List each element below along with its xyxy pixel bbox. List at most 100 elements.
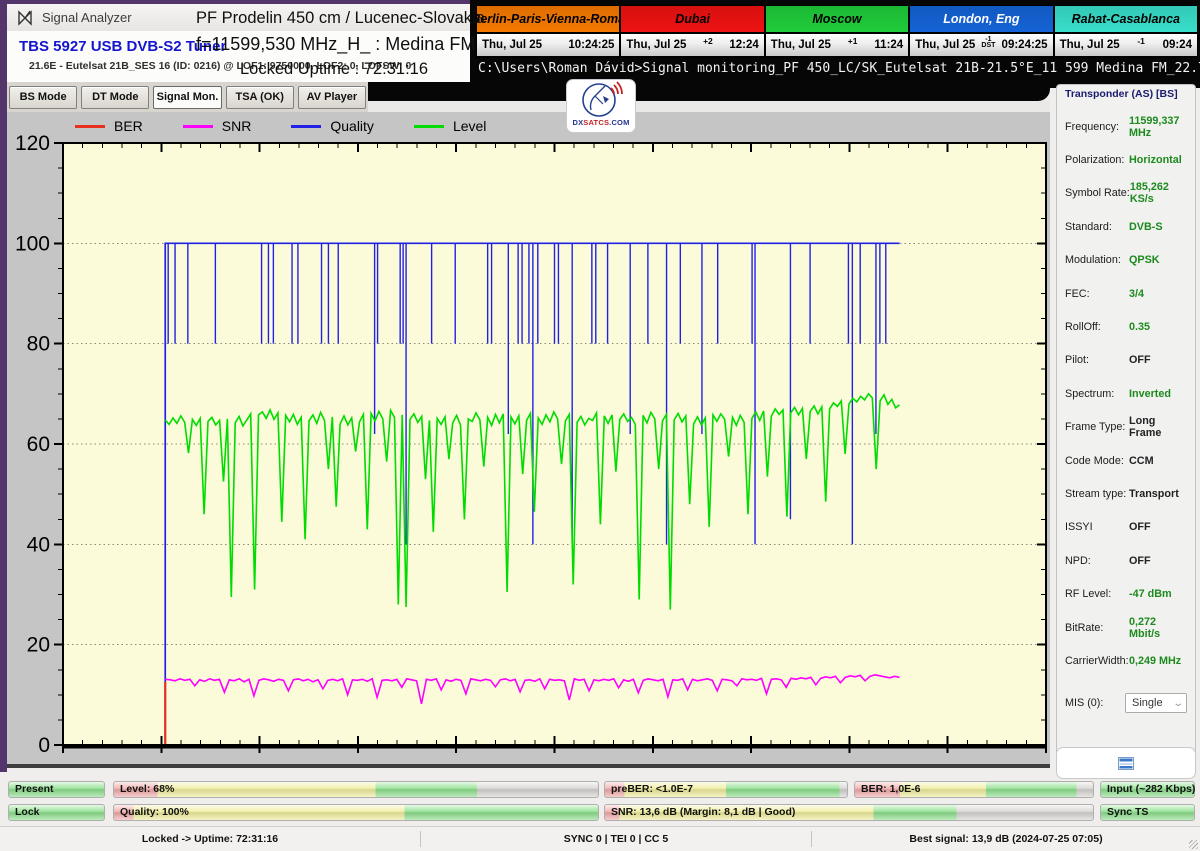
svg-text:120: 120 xyxy=(15,132,50,155)
sidebar-row-modulation-: Modulation: QPSK xyxy=(1057,244,1195,277)
tab-bs-mode[interactable]: BS Mode xyxy=(9,86,78,109)
frequency-label: f=11599,530 MHz_H_ : Medina FM xyxy=(196,34,476,54)
sidebar-row-npd-: NPD: OFF xyxy=(1057,544,1195,577)
bar-preber-1-0e-7: preBER: <1.0E-7 xyxy=(604,781,848,798)
console-command: C:\Users\Roman Dávid>Signal monitoring_P… xyxy=(478,61,1200,76)
bar-input-282-kbps: Input (~282 Kbps) xyxy=(1100,781,1195,798)
clock-time-4: Thu, Jul 25 -1 DST 09:24:25 xyxy=(910,34,1053,56)
bar-ber-1-0e-6: BER: 1,0E-6 xyxy=(854,781,1094,798)
sidebar-row-frequency-: Frequency: 11599,337 MHz xyxy=(1057,110,1195,143)
param-value: 0.35 xyxy=(1129,321,1151,334)
legend-item-quality: Quality xyxy=(291,118,374,134)
param-value: Inverted xyxy=(1129,387,1172,400)
sidebar-title: Transponder (AS) [BS] xyxy=(1065,88,1178,100)
param-label: Code Mode: xyxy=(1065,454,1124,467)
clock-time-1: Thu, Jul 25 10:24:25 xyxy=(477,34,620,56)
status-uptime: Locked -> Uptime: 72:31:16 xyxy=(141,833,279,845)
sidebar-row-bitrate-: BitRate: 0,272 Mbit/s xyxy=(1057,611,1195,644)
param-label: Pilot: xyxy=(1065,354,1090,367)
stream-list-button[interactable] xyxy=(1056,747,1196,779)
transponder-sidebar: Transponder (AS) [BS] Frequency: 11599,33… xyxy=(1056,84,1196,757)
tab-tsa-ok-[interactable]: TSA (OK) xyxy=(225,86,294,109)
sidebar-row-spectrum-: Spectrum: Inverted xyxy=(1057,377,1195,410)
legend-item-snr: SNR xyxy=(182,118,252,134)
param-value: OFF xyxy=(1129,554,1151,567)
bar-lock: Lock xyxy=(8,804,105,821)
mis-value: Single xyxy=(1132,697,1163,710)
legend-label: Quality xyxy=(330,118,374,134)
clock-city-2: Dubai xyxy=(621,6,764,32)
param-label: RF Level: xyxy=(1065,588,1112,601)
bar-quality-100: Quality: 100% xyxy=(113,804,599,821)
mis-row: MIS (0): Single ⌄ xyxy=(1057,687,1195,720)
mis-label: MIS (0): xyxy=(1065,697,1104,710)
resize-grip[interactable] xyxy=(1189,840,1198,849)
legend-label: BER xyxy=(114,118,143,134)
param-value: 0,249 MHz xyxy=(1129,654,1182,667)
param-value: CCM xyxy=(1129,454,1154,467)
sidebar-row-rolloff-: RollOff: 0.35 xyxy=(1057,310,1195,343)
svg-text:60: 60 xyxy=(27,433,50,456)
clock-time-2: Thu, Jul 25 +2 12:24 xyxy=(621,34,764,56)
param-value: OFF xyxy=(1129,354,1151,367)
svg-text:0: 0 xyxy=(38,734,50,757)
satellite-dish-icon xyxy=(582,81,623,117)
sidebar-row-frame-type-: Frame Type: Long Frame xyxy=(1057,411,1195,444)
param-label: RollOff: xyxy=(1065,321,1101,334)
param-value: DVB-S xyxy=(1129,220,1163,233)
world-clocks: Berlin-Paris-Vienna-Roma Dubai Moscow Londo… xyxy=(476,5,1198,58)
bottom-status-bar: Locked -> Uptime: 72:31:16 SYNC 0 | TEI … xyxy=(0,826,1200,851)
bar-snr-13-6-db-margin-8-1-db-good: SNR: 13,6 dB (Margin: 8,1 dB | Good) xyxy=(604,804,1094,821)
tab-av-player[interactable]: AV Player xyxy=(297,86,367,109)
param-value: QPSK xyxy=(1129,254,1160,267)
legend-label: SNR xyxy=(221,118,252,134)
sidebar-row-symbol-rate-: Symbol Rate: 185,262 KS/s xyxy=(1057,177,1195,210)
clock-city-1: Berlin-Paris-Vienna-Roma xyxy=(477,6,620,32)
bar-sync-ts: Sync TS xyxy=(1100,804,1195,821)
panel-spacer xyxy=(368,101,1050,112)
uptime-label: Locked Uptime : 72:31:16 xyxy=(239,60,429,78)
svg-text:40: 40 xyxy=(27,533,50,556)
param-value: 3/4 xyxy=(1129,287,1145,300)
param-value: 0,272 Mbit/s xyxy=(1129,615,1161,640)
legend-label: Level xyxy=(452,118,487,134)
param-label: Standard: xyxy=(1065,220,1112,233)
param-value: OFF xyxy=(1129,521,1151,534)
clock-time-3: Thu, Jul 25 +1 11:24 xyxy=(765,34,909,56)
sidebar-row-polarization-: Polarization: Horizontal xyxy=(1057,143,1195,176)
sidebar-row-stream-type-: Stream type: Transport xyxy=(1057,477,1195,510)
legend-line xyxy=(75,124,105,128)
param-label: ISSYI xyxy=(1065,521,1093,534)
param-label: Stream type: xyxy=(1065,487,1127,500)
param-label: Frequency: xyxy=(1065,120,1120,133)
dxsatcs-logo: DXSATCS.COM xyxy=(566,79,636,133)
param-value: Long Frame xyxy=(1129,415,1162,440)
legend-line xyxy=(413,124,444,128)
site-label: PF Prodelin 450 cm / Lucenec-Slovakia xyxy=(196,9,485,27)
signal-analyzer-icon xyxy=(17,9,33,26)
legend-item-ber: BER xyxy=(75,118,143,134)
param-label: FEC: xyxy=(1065,287,1090,300)
legend-line xyxy=(291,124,322,128)
svg-text:80: 80 xyxy=(27,333,50,356)
legend-line xyxy=(182,124,213,128)
sidebar-row-code-mode-: Code Mode: CCM xyxy=(1057,444,1195,477)
mis-dropdown[interactable]: Single ⌄ xyxy=(1125,693,1187,714)
chevron-down-icon: ⌄ xyxy=(1171,697,1184,709)
param-value: 185,262 KS/s xyxy=(1129,181,1169,206)
status-sync: SYNC 0 | TEI 0 | CC 5 xyxy=(420,831,812,847)
param-value: 11599,337 MHz xyxy=(1129,114,1180,139)
session-header: PF Prodelin 450 cm / Lucenec-Slovakia f=… xyxy=(196,6,485,82)
tab-bar: BS Mode DT Mode Signal Mon. TSA (OK) AV Play… xyxy=(7,82,368,112)
legend-item-level: Level xyxy=(413,118,487,134)
sidebar-row-rf-level-: RF Level: -47 dBm xyxy=(1057,577,1195,610)
stream-list-icon xyxy=(1118,756,1134,770)
param-label: NPD: xyxy=(1065,554,1091,567)
tab-signal-mon-[interactable]: Signal Mon. xyxy=(153,86,222,109)
tab-dt-mode[interactable]: DT Mode xyxy=(81,86,150,109)
param-label: CarrierWidth: xyxy=(1065,654,1129,667)
param-value: Transport xyxy=(1129,487,1179,500)
bar-level-68: Level: 68% xyxy=(113,781,599,798)
clock-city-4: London, Eng xyxy=(910,6,1053,32)
param-value: Horizontal xyxy=(1129,154,1182,167)
